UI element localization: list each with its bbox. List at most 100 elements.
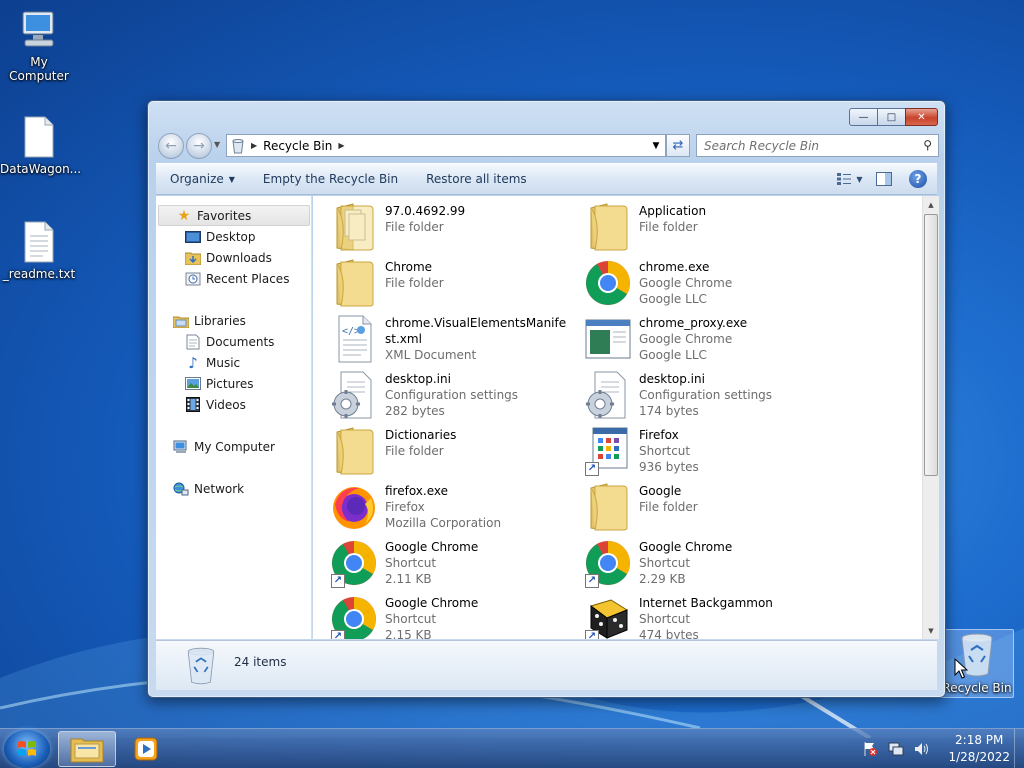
file-item[interactable]: chrome.exe Google Chrome Google LLC xyxy=(585,258,835,314)
taskbar-media-player-button[interactable] xyxy=(118,731,174,767)
media-player-icon xyxy=(134,737,158,761)
file-name: desktop.ini xyxy=(385,372,451,386)
action-center-flag-icon[interactable] xyxy=(860,740,880,758)
scroll-up-icon[interactable]: ▲ xyxy=(923,196,939,213)
file-type: Shortcut xyxy=(385,612,437,626)
text-file-icon xyxy=(21,220,57,264)
file-name: firefox.exe xyxy=(385,484,449,498)
show-desktop-button[interactable] xyxy=(1014,729,1024,768)
nav-desktop[interactable]: Desktop xyxy=(156,226,256,247)
search-input[interactable]: Search Recycle Bin ⚲ xyxy=(696,134,939,157)
desktop-icon-recycle-bin[interactable]: Recycle Bin xyxy=(940,629,1014,698)
libraries-icon xyxy=(172,313,190,329)
desktop-icon-label: DataWagon... xyxy=(0,162,82,176)
file-type: Configuration settings xyxy=(639,388,773,402)
nav-videos[interactable]: Videos xyxy=(156,394,246,415)
nav-label: Documents xyxy=(206,334,275,349)
application-icon xyxy=(585,314,635,364)
breadcrumb-recycle-bin[interactable]: Recycle Bin xyxy=(263,139,332,153)
refresh-icon: ⇄ xyxy=(672,138,684,153)
maximize-button[interactable]: □ xyxy=(877,108,906,126)
desktop-icon-my-computer[interactable]: My Computer xyxy=(0,8,78,83)
desktop-icon-datawagon[interactable]: DataWagon... xyxy=(0,115,82,176)
nav-label: Network xyxy=(194,481,245,496)
file-item[interactable]: ↗ Internet Backgammon Shortcut 474 bytes xyxy=(585,594,835,639)
shortcut-arrow-icon: ↗ xyxy=(585,574,599,588)
nav-label: Downloads xyxy=(206,250,272,265)
nav-libraries[interactable]: Libraries xyxy=(156,310,246,331)
minimize-button[interactable]: — xyxy=(849,108,878,126)
nav-favorites[interactable]: ★ Favorites xyxy=(158,205,310,226)
desktop-icon-readme[interactable]: _readme.txt xyxy=(0,220,78,281)
file-item[interactable]: desktop.ini Configuration settings 282 byt… xyxy=(331,370,581,426)
nav-label: Favorites xyxy=(197,208,252,223)
scroll-thumb[interactable] xyxy=(924,214,938,476)
file-meta: 97.0.4692.99 File folder xyxy=(385,202,570,235)
file-detail: 936 bytes xyxy=(639,460,699,474)
file-type: Configuration settings xyxy=(385,388,519,402)
nav-recent-places[interactable]: Recent Places xyxy=(156,268,289,289)
xml-document-icon: </> xyxy=(331,314,381,364)
address-bar[interactable]: ▶ Recycle Bin ▶ ▼ xyxy=(226,134,666,157)
nav-downloads[interactable]: Downloads xyxy=(156,247,272,268)
nav-pictures[interactable]: Pictures xyxy=(156,373,254,394)
breadcrumb-chevron-icon[interactable]: ▶ xyxy=(251,141,257,150)
firefox-icon xyxy=(331,482,381,532)
back-button[interactable]: ← xyxy=(158,133,184,159)
restore-all-items-button[interactable]: Restore all items xyxy=(412,164,541,194)
vertical-scrollbar[interactable]: ▲ ▼ xyxy=(922,196,939,639)
forward-button[interactable]: → xyxy=(186,133,212,159)
close-button[interactable]: ✕ xyxy=(905,108,938,126)
organize-button[interactable]: Organize ▼ xyxy=(156,164,249,194)
recycle-bin-small-icon xyxy=(231,138,245,154)
nav-my-computer[interactable]: My Computer xyxy=(156,436,275,457)
file-type: XML Document xyxy=(385,348,477,362)
file-item[interactable]: 97.0.4692.99 File folder xyxy=(331,202,581,258)
file-name: Internet Backgammon xyxy=(639,596,773,610)
volume-icon[interactable] xyxy=(912,740,932,758)
desktop-icon xyxy=(184,229,202,245)
file-item[interactable]: Dictionaries File folder xyxy=(331,426,581,482)
shortcut-arrow-icon: ↗ xyxy=(585,630,599,639)
file-item[interactable]: Chrome File folder xyxy=(331,258,581,314)
change-view-button[interactable]: ▼ xyxy=(837,168,863,190)
refresh-button[interactable]: ⇄ xyxy=(666,134,690,157)
file-item[interactable]: Application File folder xyxy=(585,202,835,258)
help-button[interactable]: ? xyxy=(905,168,931,190)
recent-pages-dropdown-icon[interactable]: ▼ xyxy=(214,140,220,149)
empty-recycle-bin-button[interactable]: Empty the Recycle Bin xyxy=(249,164,412,194)
nav-documents[interactable]: Documents xyxy=(156,331,274,352)
address-dropdown-icon[interactable]: ▼ xyxy=(647,135,665,156)
item-count: 24 items xyxy=(234,655,287,669)
file-item[interactable]: ↗ Google Chrome Shortcut 2.11 KB xyxy=(331,538,581,594)
clock[interactable]: 2:18 PM 1/28/2022 xyxy=(948,732,1010,766)
breadcrumb-chevron-icon[interactable]: ▶ xyxy=(338,141,344,150)
network-status-icon[interactable] xyxy=(886,740,906,758)
file-item[interactable]: firefox.exe Firefox Mozilla Corporation xyxy=(331,482,581,538)
file-item[interactable]: ↗ Firefox Shortcut 936 bytes xyxy=(585,426,835,482)
navigation-row: ← → ▼ ▶ Recycle Bin ▶ ▼ ⇄ Search Recycle… xyxy=(156,131,939,159)
file-item[interactable]: </> chrome.VisualElementsManifest.xml XML … xyxy=(331,314,581,370)
firefox-shortcut-icon: ↗ xyxy=(585,426,635,476)
file-item[interactable]: ↗ Google Chrome Shortcut 2.15 KB xyxy=(331,594,581,639)
file-type: File folder xyxy=(385,444,444,458)
config-file-icon xyxy=(331,370,381,420)
scroll-down-icon[interactable]: ▼ xyxy=(923,622,939,639)
taskbar-explorer-button[interactable] xyxy=(58,731,116,767)
file-name: Google Chrome xyxy=(385,540,479,554)
nav-music[interactable]: ♪ Music xyxy=(156,352,240,373)
file-name: 97.0.4692.99 xyxy=(385,204,466,218)
file-type: Shortcut xyxy=(639,556,691,570)
search-icon[interactable]: ⚲ xyxy=(923,138,932,152)
file-meta: firefox.exe Firefox Mozilla Corporation xyxy=(385,482,570,531)
file-type: Shortcut xyxy=(639,612,691,626)
nav-network[interactable]: Network xyxy=(156,478,244,499)
file-item[interactable]: ↗ Google Chrome Shortcut 2.29 KB xyxy=(585,538,835,594)
file-item[interactable]: Google File folder xyxy=(585,482,835,538)
file-item[interactable]: desktop.ini Configuration settings 174 byt… xyxy=(585,370,835,426)
file-item[interactable]: chrome_proxy.exe Google Chrome Google LLC xyxy=(585,314,835,370)
start-button[interactable] xyxy=(4,730,50,768)
shortcut-arrow-icon: ↗ xyxy=(331,630,345,639)
preview-pane-button[interactable] xyxy=(871,168,897,190)
music-note-icon: ♪ xyxy=(188,353,198,372)
